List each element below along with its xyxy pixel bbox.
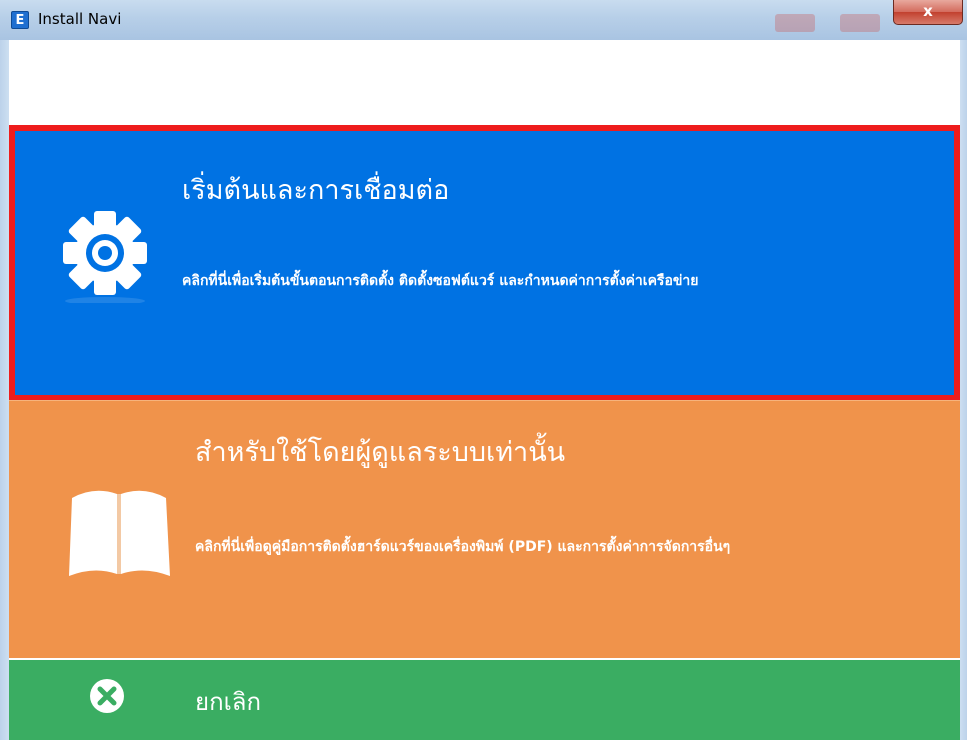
- background-blur-decoration: [775, 14, 815, 32]
- start-option-description: คลิกที่นี่เพื่อเริ่มต้นขั้นตอนการติดตั้ง…: [182, 273, 699, 289]
- cancel-option-label: ยกเลิก: [195, 688, 262, 716]
- start-option-title: เริ่มต้นและการเชื่อมต่อ: [182, 175, 450, 206]
- gear-icon: [63, 211, 147, 303]
- cancel-icon: [90, 679, 124, 713]
- admin-option-title: สำหรับใช้โดยผู้ดูแลระบบเท่านั้น: [195, 437, 566, 468]
- administrator-only-option[interactable]: สำหรับใช้โดยผู้ดูแลระบบเท่านั้น คลิกที่น…: [9, 400, 960, 658]
- start-and-connect-option[interactable]: เริ่มต้นและการเชื่อมต่อ คลิกที่นี่เพื่อเ…: [9, 125, 960, 401]
- window-title: Install Navi: [38, 10, 122, 28]
- app-icon: E: [11, 11, 29, 29]
- book-icon: [69, 490, 170, 576]
- window-frame-right: [960, 40, 967, 740]
- close-button[interactable]: x: [893, 0, 963, 25]
- install-navi-window: E Install Navi x เริ่มต้นและการเชื่อมต่อ…: [0, 0, 967, 740]
- title-bar[interactable]: E Install Navi x: [0, 0, 967, 41]
- admin-option-description: คลิกที่นี่เพื่อดูคู่มือการติดตั้งฮาร์ดแว…: [195, 539, 731, 555]
- cancel-option[interactable]: ยกเลิก: [9, 658, 960, 740]
- background-blur-decoration: [840, 14, 880, 32]
- window-frame-left: [0, 40, 9, 740]
